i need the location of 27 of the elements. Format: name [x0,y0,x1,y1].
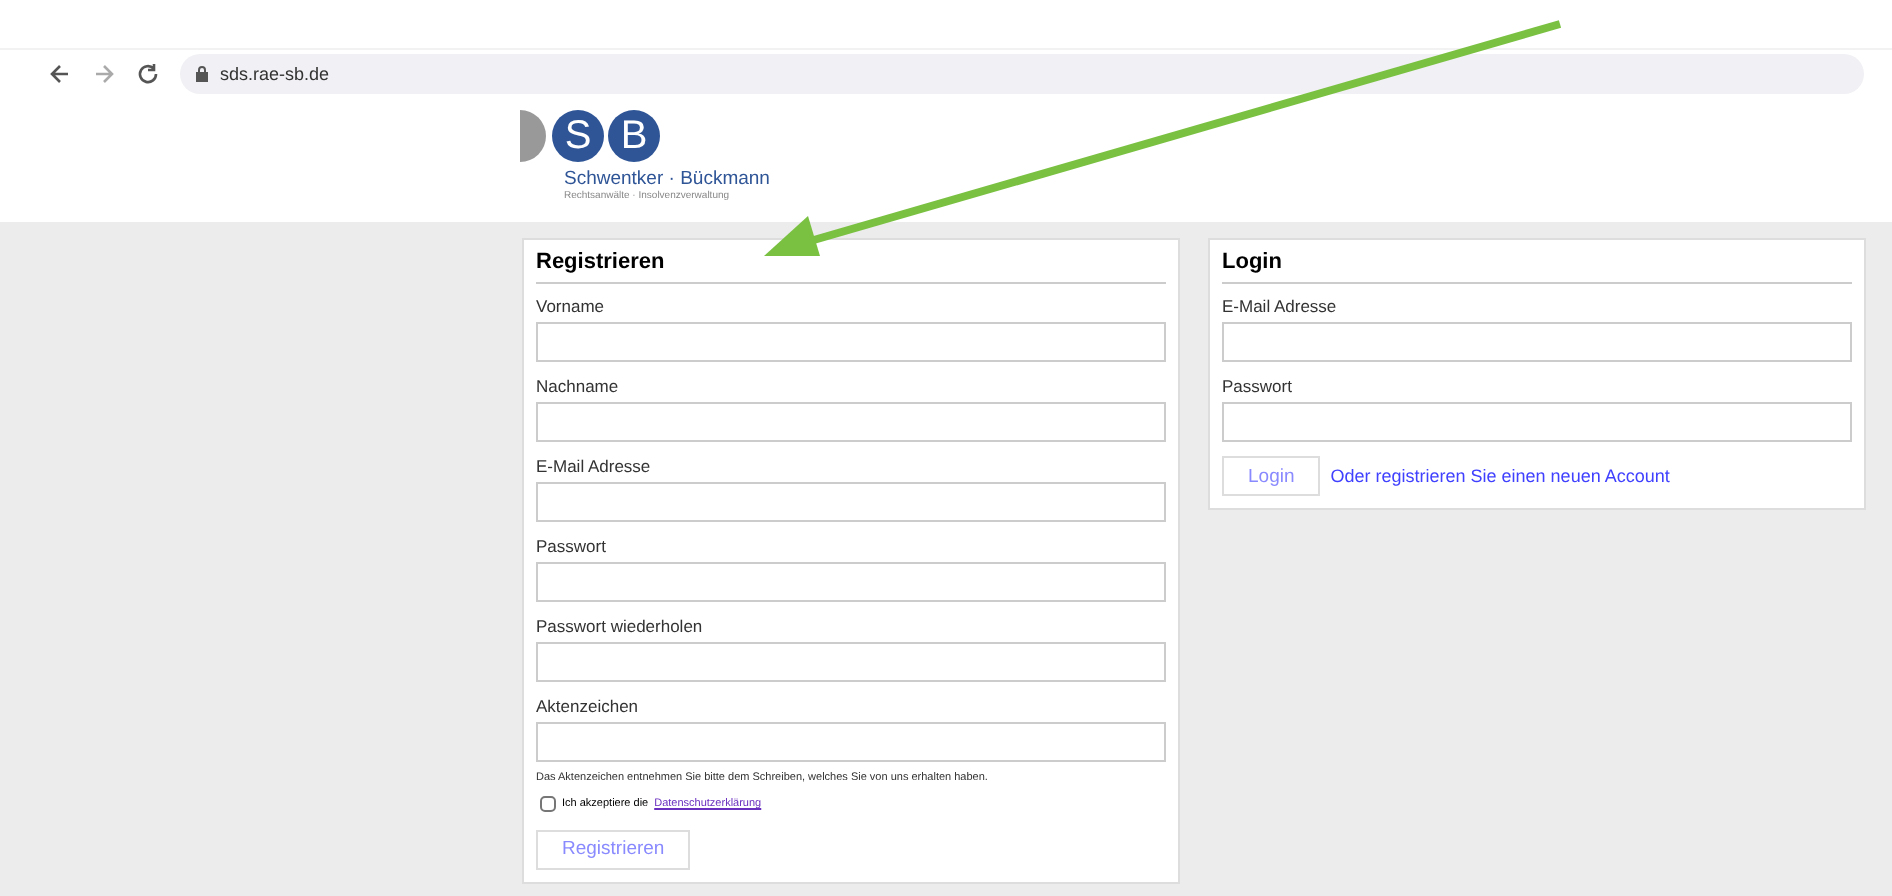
reload-icon[interactable] [136,62,160,86]
input-field[interactable] [536,562,1166,602]
input-field[interactable] [536,322,1166,362]
register-link[interactable]: Oder registrieren Sie einen neuen Account [1330,466,1670,486]
field-label: Passwort wiederholen [536,616,705,636]
input-field[interactable] [1222,402,1852,442]
field-label: Vorname [536,296,607,316]
address-bar[interactable]: sds.rae-sb.de [180,54,1864,94]
field-label: Nachname [536,376,621,396]
input-field[interactable] [536,642,1166,682]
field-label: E-Mail Adresse [1222,296,1339,316]
consent-checkbox[interactable] [540,796,556,812]
field-label: Passwort [536,536,608,556]
input-field[interactable] [1222,322,1852,362]
field-label: Aktenzeichen [536,696,641,716]
input-field[interactable] [536,722,1166,762]
input-field[interactable] [536,402,1166,442]
input-field[interactable] [536,482,1166,522]
logo-name: Schwentker · Bückmann [564,168,772,190]
logo-letter: B [608,110,660,162]
card-title: Login [1222,250,1852,284]
forward-icon[interactable] [92,62,116,86]
back-icon[interactable] [48,62,72,86]
lock-icon [196,66,208,82]
field-label: E-Mail Adresse [536,456,653,476]
logo-letter: S [552,110,604,162]
field-label: Passwort [1222,376,1294,396]
